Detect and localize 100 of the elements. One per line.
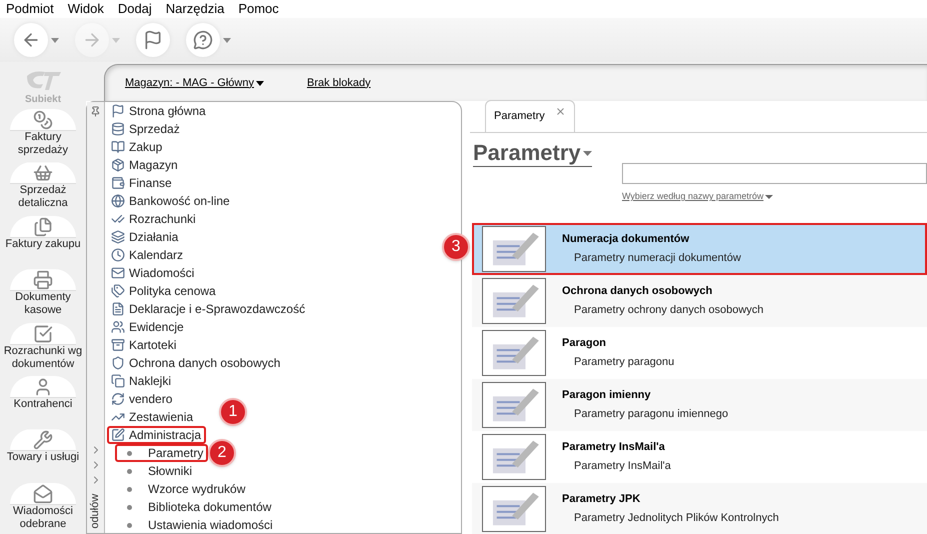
documents-icon (33, 216, 53, 237)
module-button[interactable]: Sprzedaż detaliczna (2, 160, 84, 214)
page-title[interactable]: Parametry (473, 140, 592, 167)
tree-item[interactable]: vendero (107, 390, 178, 408)
menu-item[interactable]: Widok (68, 0, 104, 19)
tree-item[interactable]: Wzorce wydruków (115, 480, 250, 498)
lock-link[interactable]: Brak blokady (306, 74, 371, 92)
globe-icon (111, 194, 125, 208)
document-edit-icon (482, 278, 546, 324)
parameter-row[interactable]: Paragon imienny Parametry paragonu imiennego (472, 378, 927, 430)
row-description: Parametry paragonu imiennego (574, 407, 728, 422)
menu-item[interactable]: Narzędzia (166, 0, 224, 19)
warehouse-dropdown[interactable]: Magazyn: - MAG - Główny (125, 74, 264, 92)
row-description: Parametry paragonu (574, 355, 674, 370)
tree-item[interactable]: Finanse (107, 174, 177, 192)
tree-item[interactable]: Kartoteki (107, 336, 182, 354)
tree-item[interactable]: Wiadomości (107, 264, 200, 282)
wallet-icon (111, 176, 125, 190)
document-edit-icon (482, 434, 546, 480)
caret-icon (51, 38, 59, 42)
tree-item[interactable]: Ewidencje (107, 318, 189, 336)
tree-item[interactable]: Polityka cenowa (107, 282, 221, 300)
document-edit-icon (482, 330, 546, 376)
document-edit-icon (482, 226, 546, 272)
row-description: Parametry ochrony danych osobowych (574, 303, 764, 318)
edit-icon (111, 428, 125, 442)
tab[interactable]: Parametry (485, 100, 575, 132)
row-description: Parametry numeracji dokumentów (574, 251, 741, 266)
archive-icon (111, 338, 125, 352)
module-button[interactable]: Kontrahenci (2, 374, 84, 428)
tree-item[interactable]: Rozrachunki (107, 210, 201, 228)
callout-badge: 1 (219, 398, 247, 426)
logo-text: Subiekt (24, 93, 62, 107)
bullet-icon (127, 486, 132, 492)
refresh-icon (111, 392, 125, 406)
parameter-row[interactable]: Parametry JPK Parametry Jednolitych Plików Kontrolnych (472, 482, 927, 534)
row-title: Paragon imienny (562, 388, 652, 402)
basket-icon (33, 163, 53, 184)
help-icon (193, 30, 213, 50)
shield-icon (111, 356, 125, 370)
row-title: Numeracja dokumentów (562, 232, 690, 246)
document-edit-icon (482, 382, 546, 428)
row-title: Parametry JPK (562, 492, 642, 506)
bullet-icon (127, 468, 132, 474)
caret-icon (223, 38, 231, 42)
tree-item[interactable]: Magazyn (107, 156, 183, 174)
search-field[interactable] (622, 163, 927, 184)
menu-item[interactable]: Dodaj (118, 0, 152, 19)
bullet-icon (127, 522, 132, 528)
book-icon (111, 140, 125, 154)
filter-dropdown[interactable]: Wybierz według nazwy parametrów (622, 190, 774, 204)
bullet-icon (127, 504, 132, 510)
tree-item[interactable]: Bankowość on-line (107, 192, 235, 210)
clock-icon (111, 248, 125, 262)
tree-item[interactable]: Działania (107, 228, 184, 246)
tree-item[interactable]: Kalendarz (107, 246, 188, 264)
panel-label: odułów (88, 493, 102, 528)
module-button[interactable]: Faktury sprzedaży (2, 107, 84, 160)
module-button[interactable]: Faktury zakupu (2, 214, 84, 268)
box-icon (111, 158, 125, 172)
row-title: Ochrona danych osobowych (562, 284, 714, 298)
pin-icon[interactable] (90, 106, 101, 117)
tree-item[interactable]: Strona główna (107, 102, 211, 120)
tree-item[interactable]: Ustawienia wiadomości (115, 516, 278, 534)
parameter-row[interactable]: Paragon Parametry paragonu (472, 326, 927, 378)
parameter-row[interactable]: Ochrona danych osobowych Parametry ochrony danych osobowych (472, 274, 927, 326)
module-button[interactable]: Dokumenty kasowe (2, 267, 84, 320)
close-icon[interactable] (555, 106, 566, 117)
tree-item[interactable]: Biblioteka dokumentów (115, 498, 276, 516)
module-button[interactable]: Towary i usługi (2, 427, 84, 481)
tree-item[interactable]: Ochrona danych osobowych (107, 354, 286, 372)
tree-item[interactable]: Parametry (115, 444, 208, 462)
tree-item[interactable]: Sprzedaż (107, 120, 185, 138)
callout-badge: 2 (208, 439, 236, 467)
tree-item[interactable]: Naklejki (107, 372, 176, 390)
parameter-row[interactable]: Numeracja dokumentów Parametry numeracji dokumentów (472, 222, 927, 274)
parameter-row[interactable]: Parametry InsMail'a Parametry InsMail'a (472, 430, 927, 482)
menu-item[interactable]: Pomoc (238, 0, 279, 19)
tag-icon (111, 284, 125, 298)
checkmark-icon (111, 212, 125, 226)
flag-icon (111, 104, 125, 118)
tree-item[interactable]: Słowniki (115, 462, 198, 480)
tree-item[interactable]: Deklaracje i e-Sprawozdawczość (107, 300, 310, 318)
layers-icon (111, 230, 125, 244)
bullet-icon (127, 450, 132, 456)
flag-icon (143, 30, 163, 50)
module-button[interactable]: Rozrachunki wg dokumentów (2, 320, 84, 374)
row-description: Parametry InsMail'a (574, 459, 671, 474)
caret-icon (765, 194, 774, 199)
row-title: Parametry InsMail'a (562, 440, 666, 454)
caret-icon (112, 38, 120, 42)
caret-icon (256, 80, 264, 86)
menu-item[interactable]: Podmiot (6, 0, 54, 19)
document-icon (111, 302, 125, 316)
tree-item[interactable]: Zestawienia (107, 408, 198, 426)
tree-item[interactable]: Zakup (107, 138, 168, 156)
checkmark-icon (33, 324, 53, 344)
tree-item[interactable]: Administracja (107, 426, 206, 444)
module-button[interactable]: Wiadomości odebrane (2, 480, 84, 534)
envelope-icon (111, 266, 125, 280)
